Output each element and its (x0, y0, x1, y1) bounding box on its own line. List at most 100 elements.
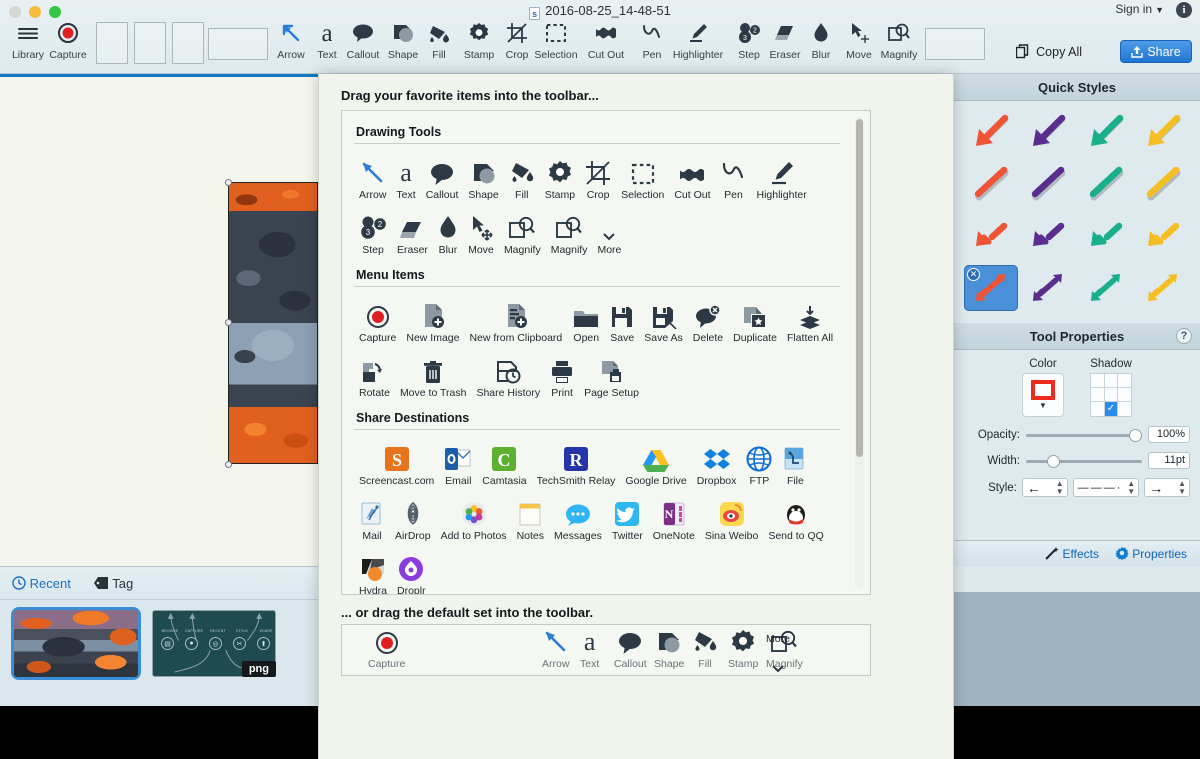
palette-item-text[interactable]: a Text (391, 152, 420, 207)
palette-item-cut-out[interactable]: Cut Out (669, 152, 715, 207)
shadow-cell-mr[interactable] (1118, 388, 1131, 401)
palette-item-capture[interactable]: Capture (354, 295, 401, 350)
opacity-value[interactable]: 100% (1148, 426, 1190, 443)
resize-handle-bl[interactable] (225, 461, 232, 468)
quick-style-7[interactable] (1137, 161, 1191, 207)
toolbar-slot-4[interactable] (208, 28, 268, 60)
sign-in-menu[interactable]: Sign in ▼ (1115, 2, 1164, 16)
quick-style-14[interactable] (1079, 265, 1133, 311)
palette-item-fill[interactable]: Fill (504, 152, 540, 207)
default-set-item-capture[interactable]: Capture (368, 629, 405, 670)
palette-item-more[interactable]: More (592, 207, 626, 262)
palette-item-email[interactable]: Email (439, 438, 477, 493)
palette-item-rotate[interactable]: Rotate (354, 350, 395, 405)
palette-item-file[interactable]: File (777, 438, 813, 493)
shadow-control[interactable]: Shadow ✓ (1090, 358, 1132, 417)
default-set-item-arrow[interactable]: Arrow (542, 629, 569, 670)
quick-style-9[interactable] (1022, 213, 1076, 259)
help-icon[interactable]: ? (1176, 328, 1192, 344)
width-slider[interactable] (1026, 453, 1142, 469)
style-start-stepper[interactable]: ← ▲ ▼ (1021, 478, 1068, 497)
default-set-strip[interactable]: Capture Arrow a Text Callout Shape Fill Stamp Ma… (341, 624, 871, 676)
palette-item-delete[interactable]: Delete (688, 295, 728, 350)
palette-item-sina-weibo[interactable]: Sina Weibo (700, 493, 764, 548)
recent-tab[interactable]: Recent (12, 576, 71, 591)
palette-item-ftp[interactable]: FTP (741, 438, 777, 493)
toolbar-slot-2[interactable] (134, 22, 166, 64)
palette-item-add-to-photos[interactable]: Add to Photos (436, 493, 512, 548)
palette-item-pen[interactable]: Pen (716, 152, 752, 207)
color-control[interactable]: Color ▼ (1022, 358, 1064, 417)
style-dash-stepper[interactable]: — — — · ▲ ▼ (1072, 478, 1140, 497)
palette-item-eraser[interactable]: Eraser (392, 207, 433, 262)
toolbar-tool-magnify[interactable]: Magnify (873, 18, 925, 70)
default-set-item-fill[interactable]: Fill (692, 629, 718, 670)
palette-item-stamp[interactable]: Stamp (540, 152, 580, 207)
toolbar-tool-cutout[interactable]: Cut Out (580, 18, 632, 70)
opacity-slider[interactable] (1026, 427, 1142, 443)
palette-item-step[interactable]: 3 2 Step (354, 207, 392, 262)
quick-style-1[interactable] (1022, 109, 1076, 155)
quick-styles-grid[interactable]: ✕ (964, 109, 1190, 311)
quick-style-2[interactable] (1079, 109, 1133, 155)
palette-item-callout[interactable]: Callout (421, 152, 464, 207)
shadow-cell-mc[interactable] (1104, 388, 1118, 401)
palette-item-new-image[interactable]: New Image (401, 295, 464, 350)
width-value[interactable]: 11pt (1148, 452, 1190, 469)
quick-style-11[interactable] (1137, 213, 1191, 259)
default-set-item-text[interactable]: a Text (580, 629, 599, 671)
palette-item-mail[interactable]: Mail (354, 493, 390, 548)
toolbar-tool-highlighter[interactable]: Highlighter (666, 18, 730, 70)
palette-item-techsmith-relay[interactable]: R TechSmith Relay (532, 438, 621, 493)
canvas-image[interactable] (228, 182, 318, 464)
shadow-cell-br[interactable] (1118, 402, 1131, 416)
palette-item-onenote[interactable]: N OneNote (648, 493, 700, 548)
palette-item-magnify[interactable]: Magnify (546, 207, 593, 262)
remove-style-icon[interactable]: ✕ (967, 268, 980, 281)
palette-item-save-as[interactable]: Save As (639, 295, 688, 350)
palette-item-crop[interactable]: Crop (580, 152, 616, 207)
palette-item-magnify[interactable]: Magnify (499, 207, 546, 262)
palette-item-move-to-trash[interactable]: Move to Trash (395, 350, 472, 405)
palette-item-screencast-com[interactable]: S Screencast.com (354, 438, 439, 493)
share-button[interactable]: Share (1120, 40, 1192, 63)
toolbar-capture[interactable]: Capture (42, 18, 94, 70)
palette-item-send-to-qq[interactable]: Send to QQ (763, 493, 828, 548)
thumbnail-mountain[interactable] (14, 610, 138, 677)
palette-item-messages[interactable]: Messages (549, 493, 607, 548)
palette-item-google-drive[interactable]: Google Drive (620, 438, 691, 493)
copy-all-button[interactable]: Copy All (1016, 44, 1082, 59)
scrollbar-thumb[interactable] (856, 119, 863, 457)
palette-item-new-from-clipboard[interactable]: New from Clipboard (464, 295, 567, 350)
toolbar-slot-3[interactable] (172, 22, 204, 64)
palette-item-move[interactable]: Move (463, 207, 499, 262)
palette-item-flatten-all[interactable]: Flatten All (782, 295, 838, 350)
shadow-cell-ml[interactable] (1091, 388, 1104, 401)
palette-item-open[interactable]: Open (567, 295, 605, 350)
stepper-arrows-icon[interactable]: ▲ ▼ (1056, 479, 1064, 496)
toolbar-slot-1[interactable] (96, 22, 128, 64)
palette-item-arrow[interactable]: Arrow (354, 152, 391, 207)
color-well[interactable]: ▼ (1022, 373, 1064, 417)
effects-tab[interactable]: Effects (1045, 546, 1099, 561)
style-end-stepper[interactable]: → ▲ ▼ (1144, 478, 1190, 497)
quick-style-8[interactable] (964, 213, 1018, 259)
palette-item-duplicate[interactable]: Duplicate (728, 295, 782, 350)
palette-item-highlighter[interactable]: Highlighter (752, 152, 812, 207)
toolbar-slot-5[interactable] (925, 28, 985, 60)
quick-style-3[interactable] (1137, 109, 1191, 155)
quick-style-13[interactable] (1022, 265, 1076, 311)
thumbnail-overview[interactable]: BROWSE CAPTURE RECENT STYLE SHARE ▤ ● ◎ ✂ ⬆ … (152, 610, 276, 677)
shadow-cell-tc[interactable] (1104, 374, 1118, 387)
palette-item-hydra[interactable]: Hydra (354, 548, 392, 594)
palette-item-blur[interactable]: Blur (433, 207, 463, 262)
palette-item-share-history[interactable]: Share History (471, 350, 545, 405)
quick-style-15[interactable] (1137, 265, 1191, 311)
resize-handle-tl[interactable] (225, 179, 232, 186)
palette-item-selection[interactable]: Selection (616, 152, 669, 207)
shadow-grid[interactable]: ✓ (1090, 373, 1132, 417)
palette-item-camtasia[interactable]: C Camtasia (477, 438, 531, 493)
quick-style-4[interactable] (964, 161, 1018, 207)
quick-style-10[interactable] (1079, 213, 1133, 259)
properties-tab[interactable]: Properties (1115, 546, 1187, 561)
